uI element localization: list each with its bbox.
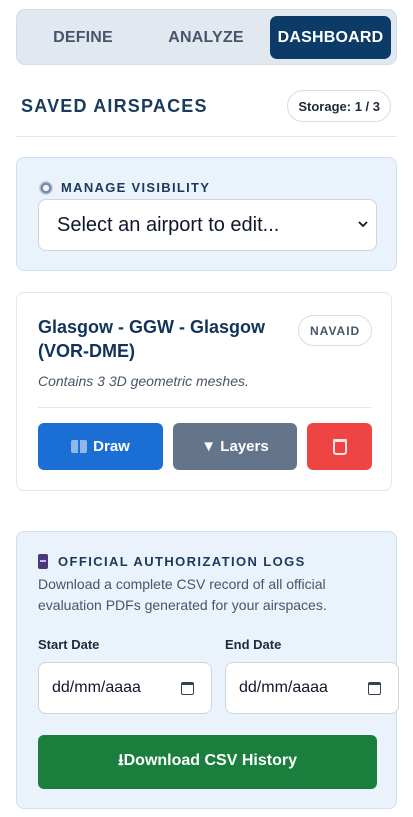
tab-analyze[interactable]: ANALYZE [145,16,267,59]
delete-button[interactable] [307,423,372,470]
calendar-icon[interactable] [368,682,381,695]
tab-bar: DEFINE ANALYZE DASHBOARD [16,9,397,65]
manage-visibility-text: MANAGE VISIBILITY [61,180,211,195]
start-date-value: dd/mm/aaaa [52,679,141,696]
logs-description: Download a complete CSV record of all of… [38,576,327,613]
file-cabinet-icon [38,554,48,569]
card-divider [38,407,371,408]
airspace-name: Glasgow - GGW - Glasgow (VOR-DME) [38,317,266,361]
draw-label: Draw [93,438,130,455]
airspace-description: Contains 3 3D geometric meshes. [38,373,249,389]
airspace-card: Glasgow - GGW - Glasgow (VOR-DME) NAVAID… [16,292,392,491]
logs-title: OFFICIAL AUTHORIZATION LOGS [38,554,306,569]
draw-button[interactable]: Draw [38,423,163,470]
storage-badge: Storage: 1 / 3 [287,90,391,122]
end-date-field[interactable]: dd/mm/aaaa [225,662,399,714]
divider [16,136,397,137]
map-icon [71,440,88,453]
tab-dashboard[interactable]: DASHBOARD [270,16,391,59]
layers-label: ▼ Layers [201,438,269,455]
section-title: SAVED AIRSPACES [21,96,208,116]
trash-icon [332,438,347,455]
logs-title-text: OFFICIAL AUTHORIZATION LOGS [58,554,306,569]
airport-select-value: Select an airport to edit... [57,213,280,236]
download-csv-button[interactable]: ⭳Download CSV History [38,735,377,789]
authorization-logs-panel: OFFICIAL AUTHORIZATION LOGS Download a c… [16,531,399,809]
chevron-down-icon [358,221,368,228]
download-csv-label: ⭳Download CSV History [118,751,297,769]
gear-icon [39,180,53,195]
layers-button[interactable]: ▼ Layers [173,423,297,470]
start-date-field[interactable]: dd/mm/aaaa [38,662,212,714]
end-date-label: End Date [225,637,282,652]
airport-select[interactable]: Select an airport to edit... [38,199,377,251]
tab-define[interactable]: DEFINE [31,16,135,59]
calendar-icon[interactable] [181,682,194,695]
navaid-badge: NAVAID [298,315,373,346]
end-date-value: dd/mm/aaaa [239,679,328,696]
start-date-label: Start Date [38,637,100,652]
saved-airspaces-header: SAVED AIRSPACES Storage: 1 / 3 [21,90,393,124]
manage-visibility-label: MANAGE VISIBILITY [39,180,210,195]
manage-visibility-panel: MANAGE VISIBILITY Select an airport to e… [16,157,397,271]
